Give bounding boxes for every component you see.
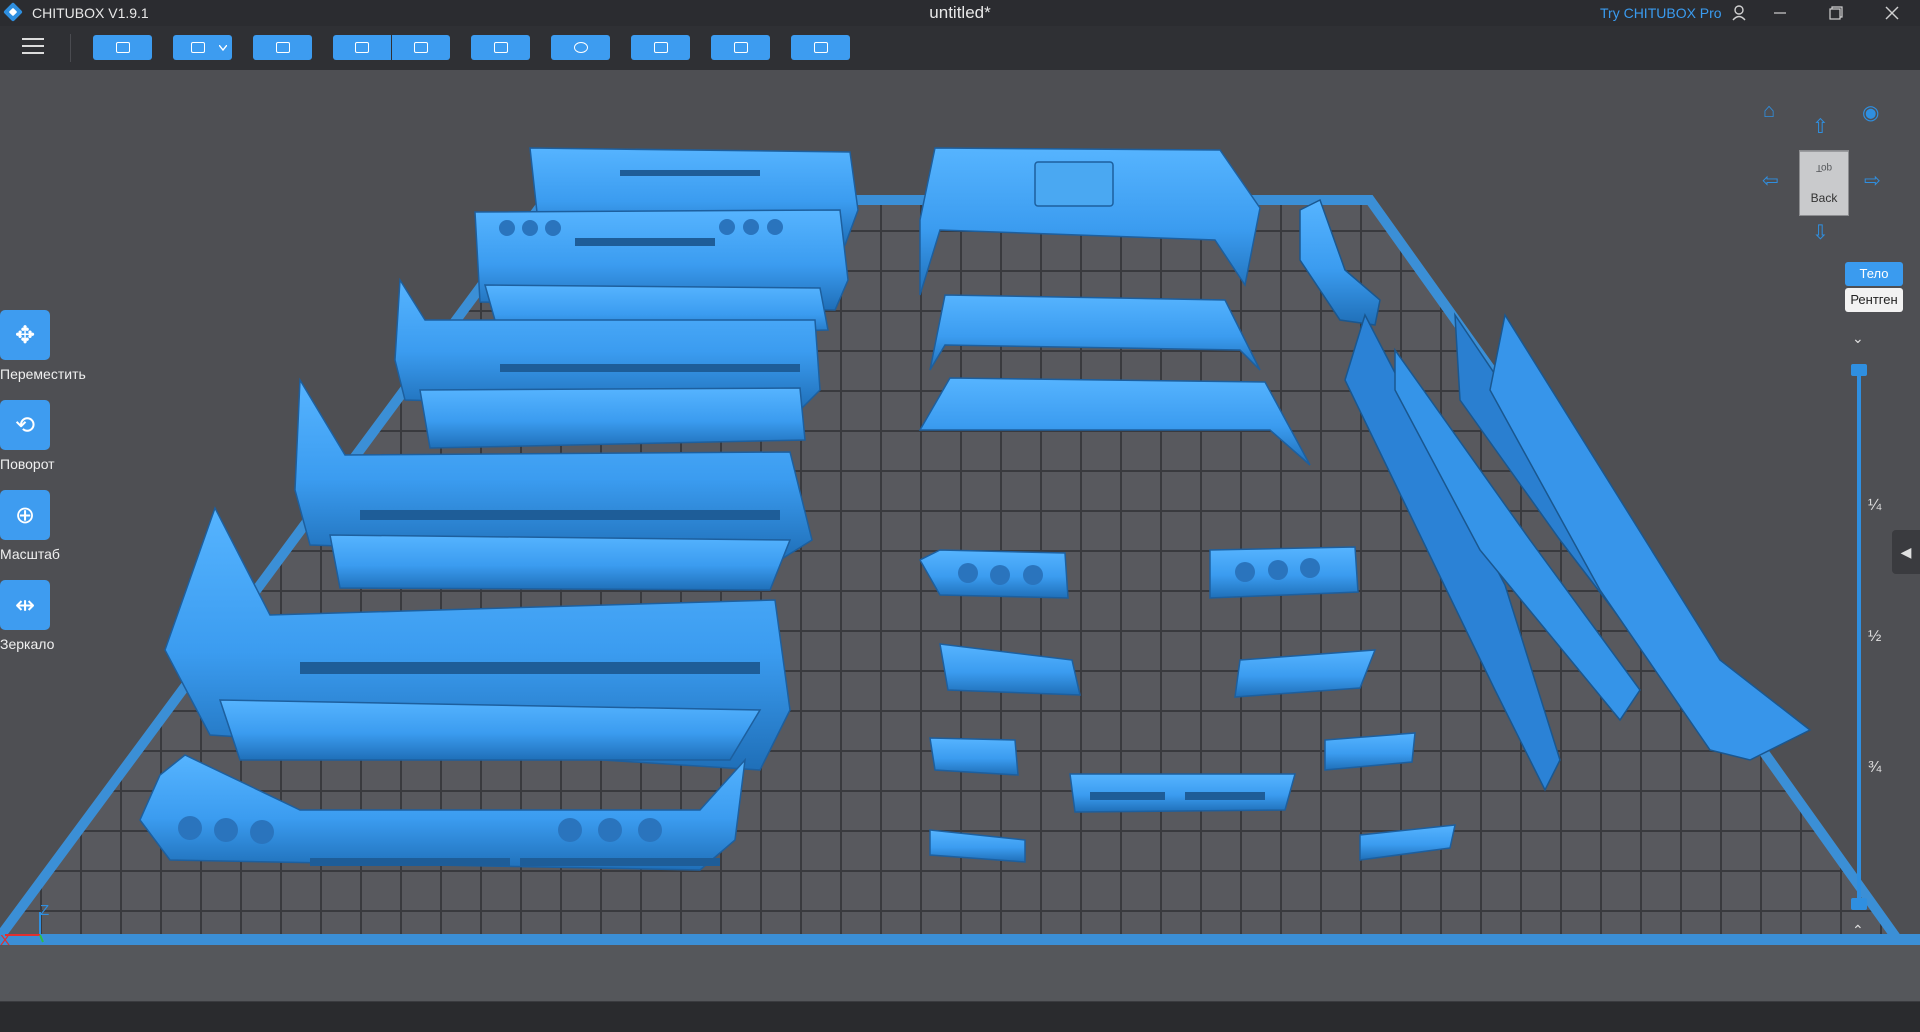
list-icon: [493, 41, 508, 53]
undo-button[interactable]: [333, 35, 391, 60]
body-view-toggle[interactable]: Тело: [1845, 262, 1903, 286]
try-pro-link[interactable]: Try CHITUBOX Pro: [1600, 5, 1722, 21]
settings-button[interactable]: [471, 35, 530, 60]
axis-x-label: X: [0, 932, 11, 945]
view-right-icon[interactable]: ⇨: [1864, 168, 1881, 193]
scale-icon: ⊕: [0, 490, 50, 540]
close-icon[interactable]: [1872, 0, 1912, 26]
xray-view-toggle[interactable]: Рентген: [1845, 288, 1903, 312]
supports-button[interactable]: [631, 35, 690, 60]
folder-icon: [115, 41, 130, 53]
mirror-tool[interactable]: ⇹ Зеркало: [0, 580, 90, 652]
view-cube[interactable]: Top Back: [1799, 150, 1849, 216]
rotate-tool[interactable]: ⟲ Поворот: [0, 400, 90, 472]
view-cube-back[interactable]: Back: [1800, 182, 1848, 214]
redo-button[interactable]: [392, 35, 450, 60]
hollow-button[interactable]: [711, 35, 770, 60]
hamburger-menu-icon[interactable]: [22, 38, 44, 56]
view-left-icon[interactable]: ⇦: [1762, 168, 1779, 193]
undo-icon: [355, 41, 369, 53]
view-down-icon[interactable]: ⇩: [1812, 220, 1829, 245]
slider-expand-icon[interactable]: ⌃: [1852, 922, 1864, 939]
rotate-icon: ⟲: [0, 400, 50, 450]
build-plate-scene: [0, 147, 1920, 945]
home-view-icon[interactable]: ⌂: [1763, 100, 1775, 123]
main-toolbar: [0, 26, 1920, 71]
scale-label: Масштаб: [0, 546, 60, 562]
screenshot-button[interactable]: [253, 35, 312, 60]
chevron-down-icon[interactable]: [219, 45, 227, 51]
viewport-bottom-strip: [0, 945, 1920, 1001]
frame-icon: [275, 41, 290, 53]
arrange-button[interactable]: [551, 35, 610, 60]
layer-fraction-half: ½: [1868, 628, 1882, 645]
layer-fraction-quarter: ¼: [1868, 497, 1882, 514]
plate-front-edge: [0, 934, 1920, 945]
user-icon[interactable]: [1719, 0, 1759, 26]
layer-fraction-three-quarter: ¾: [1868, 759, 1882, 776]
restore-icon[interactable]: [1816, 0, 1856, 26]
toolbar-separator: [391, 35, 392, 60]
arrange-icon: [573, 41, 588, 53]
open-file-button[interactable]: [93, 35, 152, 60]
save-button[interactable]: [173, 35, 232, 60]
layer-slider-top-handle[interactable]: [1851, 364, 1867, 376]
move-tool[interactable]: ✥ Переместить: [0, 310, 90, 382]
slice-icon: [813, 41, 828, 53]
move-icon: ✥: [0, 310, 50, 360]
minimize-icon[interactable]: [1760, 0, 1800, 26]
scale-tool[interactable]: ⊕ Масштаб: [0, 490, 90, 562]
eye-icon[interactable]: ◉: [1862, 100, 1879, 125]
rotate-label: Поворот: [0, 456, 55, 472]
title-bar: CHITUBOX V1.9.1 untitled* Try CHITUBOX P…: [0, 0, 1920, 26]
hollow-icon: [733, 41, 748, 53]
chevron-left-icon: ◀: [1900, 544, 1912, 560]
3d-viewport[interactable]: Z X Y: [0, 70, 1920, 945]
view-cube-top[interactable]: Top: [1800, 151, 1848, 182]
mirror-icon: ⇹: [0, 580, 50, 630]
mirror-label: Зеркало: [0, 636, 55, 652]
view-up-icon[interactable]: ⇧: [1812, 114, 1829, 139]
move-label: Переместить: [0, 366, 86, 382]
status-bar: [0, 1001, 1920, 1032]
slice-button[interactable]: [791, 35, 850, 60]
right-panel-toggle[interactable]: ◀: [1892, 530, 1920, 574]
layer-slider-bottom-handle[interactable]: [1851, 898, 1867, 910]
save-icon: [190, 41, 205, 53]
toolbar-divider: [70, 34, 71, 62]
axis-z-label: Z: [40, 902, 50, 919]
slider-collapse-icon[interactable]: ⌄: [1852, 330, 1864, 347]
redo-icon: [414, 41, 428, 53]
layer-slider-track[interactable]: [1857, 368, 1861, 903]
support-icon: [653, 41, 668, 53]
